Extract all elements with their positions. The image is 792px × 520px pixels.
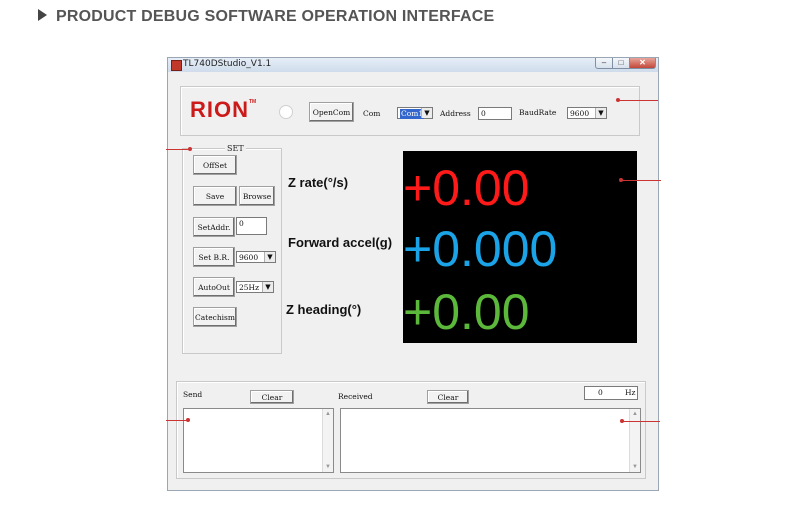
set-br-button[interactable]: Set B.R.: [193, 247, 235, 267]
window-title: TL740DStudio_V1.1: [183, 59, 272, 69]
comm-group: Send Clear Received Clear 0 Hz ▲ ▼ ▲ ▼: [176, 381, 646, 479]
z-rate-value: +0.00: [403, 160, 530, 216]
send-textarea[interactable]: ▲ ▼: [183, 408, 334, 473]
auto-out-select[interactable]: 25Hz ▼: [236, 281, 274, 293]
app-icon: [171, 60, 182, 71]
set-group-title: SET: [225, 144, 246, 153]
chevron-down-icon: ▼: [595, 108, 606, 118]
page-heading: PRODUCT DEBUG SOFTWARE OPERATION INTERFA…: [38, 8, 494, 26]
triangle-bullet-icon: [38, 9, 47, 21]
callout-dot: [616, 98, 620, 102]
title-bar: TL740DStudio_V1.1 – □ ✕: [168, 58, 658, 72]
auto-out-value: 25Hz: [239, 283, 260, 292]
offset-button[interactable]: OffSet: [193, 155, 237, 175]
send-scrollbar[interactable]: ▲ ▼: [322, 409, 333, 472]
scroll-down-icon[interactable]: ▼: [630, 462, 640, 472]
open-com-button[interactable]: OpenCom: [309, 102, 354, 122]
z-heading-value: +0.00: [403, 284, 530, 340]
readout-display: +0.00 +0.000 +0.00: [403, 151, 637, 343]
send-clear-button[interactable]: Clear: [250, 390, 294, 404]
minimize-button[interactable]: –: [595, 58, 613, 69]
z-heading-label: Z heading(°): [286, 302, 362, 317]
forward-accel-label: Forward accel(g): [288, 235, 393, 250]
status-indicator: [279, 105, 293, 119]
set-addr-button[interactable]: SetAddr.: [193, 217, 235, 237]
set-br-value: 9600: [239, 253, 259, 262]
set-group: SET OffSet Save Browse SetAddr. 0 Set B.…: [182, 144, 282, 354]
received-label: Received: [338, 392, 373, 401]
baud-rate-value: 9600: [570, 109, 590, 118]
set-addr-input[interactable]: 0: [236, 217, 267, 235]
logo-text: RION: [190, 97, 249, 122]
callout-line: [618, 100, 658, 101]
scroll-down-icon[interactable]: ▼: [323, 462, 333, 472]
page-heading-text: PRODUCT DEBUG SOFTWARE OPERATION INTERFA…: [56, 8, 495, 25]
received-clear-button[interactable]: Clear: [427, 390, 469, 404]
auto-out-button[interactable]: AutoOut: [193, 277, 235, 297]
callout-dot: [620, 419, 624, 423]
received-scrollbar[interactable]: ▲ ▼: [629, 409, 640, 472]
maximize-button[interactable]: □: [612, 58, 630, 69]
rate-value: 0: [598, 388, 603, 397]
browse-button[interactable]: Browse: [239, 186, 275, 206]
close-button[interactable]: ✕: [629, 58, 656, 69]
rate-readout: 0 Hz: [584, 386, 638, 400]
set-br-select[interactable]: 9600 ▼: [236, 251, 276, 263]
callout-line: [166, 149, 190, 150]
chevron-down-icon: ▼: [262, 282, 273, 292]
rion-logo: RIONTM: [190, 97, 256, 123]
callout-line: [166, 420, 188, 421]
catechism-button[interactable]: Catechism: [193, 307, 237, 327]
callout-line: [621, 180, 661, 181]
scroll-up-icon[interactable]: ▲: [323, 409, 333, 419]
forward-accel-value: +0.000: [403, 221, 558, 277]
scroll-up-icon[interactable]: ▲: [630, 409, 640, 419]
logo-tm: TM: [249, 99, 257, 105]
callout-line: [622, 421, 660, 422]
rate-unit: Hz: [625, 388, 636, 397]
save-button[interactable]: Save: [193, 186, 237, 206]
app-window: TL740DStudio_V1.1 – □ ✕ RIONTM OpenCom C…: [167, 57, 659, 491]
send-label: Send: [183, 390, 203, 399]
callout-dot: [186, 418, 190, 422]
address-label: Address: [440, 109, 471, 118]
address-input[interactable]: 0: [478, 107, 512, 120]
callout-dot: [619, 178, 623, 182]
chevron-down-icon: ▼: [421, 108, 432, 118]
baud-rate-select[interactable]: 9600 ▼: [567, 107, 607, 119]
com-select[interactable]: Com1 ▼: [397, 107, 433, 119]
baud-rate-label: BaudRate: [519, 108, 557, 117]
callout-dot: [188, 147, 192, 151]
com-label: Com: [363, 109, 381, 118]
chevron-down-icon: ▼: [264, 252, 275, 262]
received-textarea[interactable]: ▲ ▼: [340, 408, 641, 473]
z-rate-label: Z rate(°/s): [288, 175, 349, 190]
connection-group: RIONTM OpenCom Com Com1 ▼ Address 0 Baud…: [180, 86, 640, 136]
